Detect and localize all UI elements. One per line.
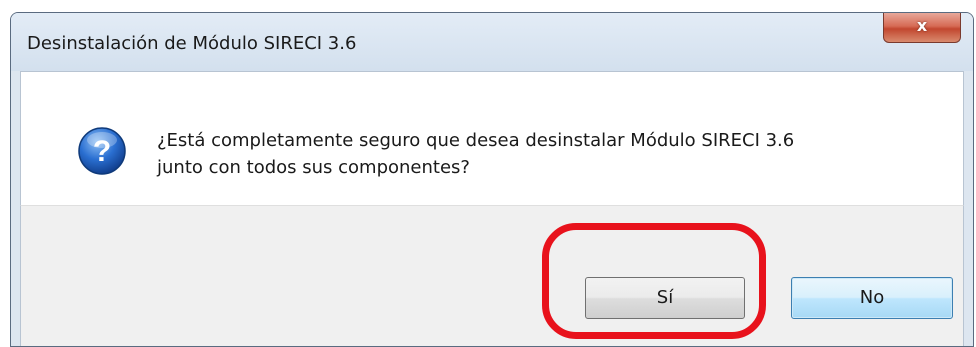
dialog-title: Desinstalación de Módulo SIRECI 3.6 bbox=[27, 33, 357, 54]
title-bar[interactable]: Desinstalación de Módulo SIRECI 3.6 x bbox=[11, 13, 973, 71]
dialog-message: ¿Está completamente seguro que desea des… bbox=[157, 127, 794, 181]
confirm-dialog: Desinstalación de Módulo SIRECI 3.6 x ? … bbox=[10, 12, 974, 347]
svg-text:?: ? bbox=[93, 135, 111, 168]
button-bar: Sí No bbox=[20, 205, 964, 346]
question-icon: ? bbox=[78, 127, 126, 175]
no-button[interactable]: No bbox=[791, 277, 953, 319]
message-area: ? ¿Está completamente seguro que desea d… bbox=[20, 71, 964, 205]
message-line-1: ¿Está completamente seguro que desea des… bbox=[157, 130, 795, 151]
annotation-highlight-circle bbox=[542, 223, 766, 339]
close-icon: x bbox=[916, 16, 928, 35]
message-line-2: junto con todos sus componentes? bbox=[157, 157, 470, 178]
close-button[interactable]: x bbox=[883, 13, 961, 43]
